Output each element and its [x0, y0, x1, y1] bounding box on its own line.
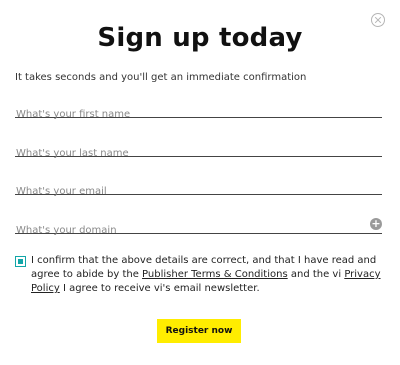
email-input[interactable] [15, 184, 382, 199]
signup-modal: Sign up today It takes seconds and you'l… [0, 0, 400, 365]
email-field [15, 179, 382, 199]
register-button[interactable]: Register now [157, 319, 241, 343]
consent-checkbox[interactable] [15, 256, 26, 267]
consent-text-after: I agree to receive vi's email newsletter… [59, 283, 260, 294]
subtitle-text: It takes seconds and you'll get an immed… [15, 72, 307, 83]
last-name-input[interactable] [15, 146, 382, 161]
consent-block: I confirm that the above details are cor… [15, 254, 383, 296]
plus-circle-icon[interactable]: + [370, 218, 382, 230]
last-name-field [15, 141, 382, 161]
domain-input[interactable] [15, 223, 382, 238]
page-title: Sign up today [97, 23, 303, 53]
first-name-field [15, 102, 382, 122]
domain-field: + [15, 218, 382, 238]
consent-text-middle: and the vi [287, 269, 345, 280]
first-name-input[interactable] [15, 107, 382, 122]
consent-text: I confirm that the above details are cor… [31, 254, 383, 296]
terms-link[interactable]: Publisher Terms & Conditions [142, 269, 288, 280]
